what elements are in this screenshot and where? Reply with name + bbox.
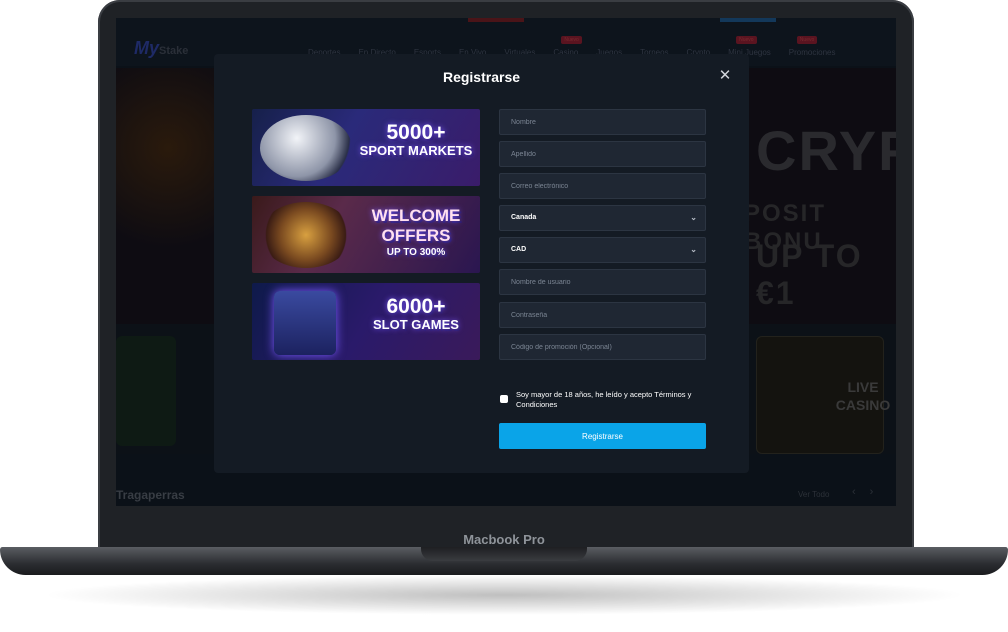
see-all-link[interactable]: Ver Todo	[798, 490, 829, 499]
nav-badge: Nuevo	[561, 36, 582, 44]
promo-welcome-offers: WELCOME OFFERS UP TO 300%	[252, 196, 480, 273]
promo-small: UP TO 300%	[386, 247, 446, 258]
last-name-input[interactable]	[500, 142, 705, 166]
promo-sub: SPORT MARKETS	[359, 143, 473, 158]
promo-sub: OFFERS	[381, 226, 451, 245]
promo-code-field	[499, 334, 706, 360]
slot-machine-icon	[274, 291, 336, 355]
last-name-field	[499, 141, 706, 167]
hero-amount: UP TO €1	[756, 238, 863, 311]
site-logo[interactable]: MyStake	[134, 38, 188, 59]
country-select[interactable]: Canada ⌄	[499, 205, 706, 231]
hero-headline: CRYPT	[756, 119, 896, 182]
device-label: Macbook Pro	[463, 532, 545, 547]
nav-badge: Nuevo	[796, 36, 818, 44]
password-field	[499, 302, 706, 328]
promo-sport-markets: 5000+ SPORT MARKETS	[252, 109, 480, 186]
chevron-down-icon: ⌄	[690, 245, 697, 254]
register-button[interactable]: Registrarse	[499, 423, 706, 449]
live-casino-label: LIVE CASINO	[835, 379, 891, 413]
username-input[interactable]	[500, 270, 705, 294]
email-input[interactable]	[500, 174, 705, 198]
promo-main: 5000+	[386, 121, 446, 144]
nav-item-promociones[interactable]: Nuevo Promociones	[788, 36, 836, 57]
top-accent-blue	[720, 18, 776, 22]
promo-text: 6000+ SLOT GAMES	[356, 295, 476, 333]
nav-label: Promociones	[788, 48, 836, 57]
promo-slot-games: 6000+ SLOT GAMES	[252, 283, 480, 360]
first-name-field	[499, 109, 706, 135]
terms-label: Soy mayor de 18 años, he leído y acepto …	[516, 390, 692, 409]
modal-title: Registrarse	[442, 69, 521, 85]
category-card-sports[interactable]	[116, 336, 176, 446]
carousel-arrows[interactable]: ‹›	[852, 486, 887, 498]
logo-mark: My	[134, 38, 160, 58]
laptop-notch	[421, 547, 587, 561]
promo-text: WELCOME OFFERS UP TO 300%	[356, 206, 476, 260]
device-shadow	[40, 575, 968, 615]
promo-code-input[interactable]	[500, 335, 705, 359]
top-accent-red	[468, 18, 524, 22]
promo-main: WELCOME	[371, 206, 461, 225]
password-input[interactable]	[500, 303, 705, 327]
currency-value: CAD	[511, 246, 527, 253]
soccer-ball-icon	[260, 115, 352, 181]
promo-sub: SLOT GAMES	[373, 317, 459, 332]
terms-checkbox[interactable]	[500, 395, 508, 403]
screen: MyStake Deportes En Directo Esports En V…	[116, 18, 896, 506]
nav-badge: Nuevo	[736, 36, 757, 44]
close-icon[interactable]: ✕	[717, 68, 733, 84]
first-name-input[interactable]	[500, 110, 705, 134]
country-value: Canada	[511, 214, 537, 221]
section-title: Tragaperras	[116, 488, 185, 502]
register-modal: Registrarse ✕ 5000+ SPORT MARKETS WELCOM…	[214, 54, 749, 473]
vault-icon	[260, 202, 352, 268]
username-field	[499, 269, 706, 295]
currency-select[interactable]: CAD ⌄	[499, 237, 706, 263]
chevron-down-icon: ⌄	[690, 213, 697, 222]
promo-text: 5000+ SPORT MARKETS	[356, 121, 476, 159]
logo-word: Stake	[159, 45, 189, 57]
email-field	[499, 173, 706, 199]
promo-main: 6000+	[386, 295, 446, 318]
